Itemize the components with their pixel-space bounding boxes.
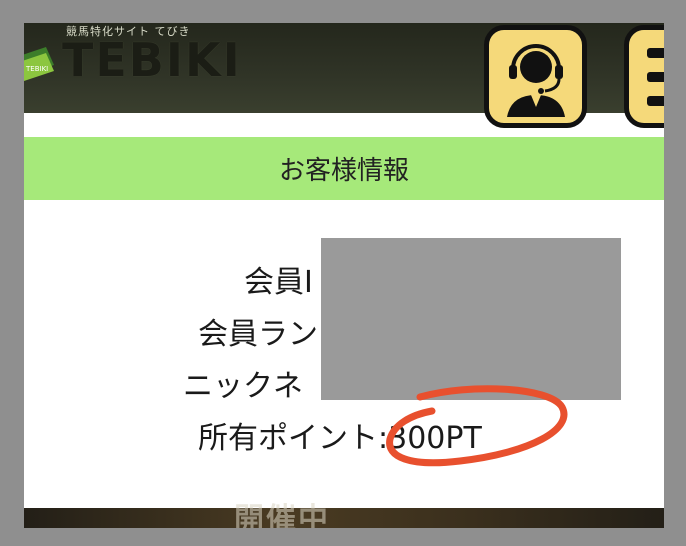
svg-text:TEBIKI: TEBIKI — [25, 65, 48, 73]
site-logo[interactable]: TEBIKI — [62, 33, 242, 87]
logo-mark-icon: TEBIKI — [24, 47, 54, 81]
redaction-box — [321, 238, 621, 400]
app-screen: TEBIKI 競馬特化サイト てびき TEBIKI お客様情報 会員I 会員ラン… — [24, 23, 664, 528]
points-label: 所有ポイント — [198, 421, 378, 456]
member-rank-label: 会員ラン — [198, 317, 318, 352]
banner-text: 開催中 — [234, 502, 330, 528]
bottom-banner[interactable]: 開催中 — [24, 502, 664, 528]
support-button[interactable] — [484, 25, 587, 128]
site-header: TEBIKI 競馬特化サイト てびき TEBIKI — [24, 23, 664, 128]
annotation-circle — [386, 385, 568, 467]
nickname-label: ニックネ — [183, 369, 303, 404]
member-id-label: 会員I — [244, 265, 313, 300]
menu-button[interactable] — [624, 25, 664, 128]
customer-support-headset-icon — [506, 43, 565, 117]
section-title: お客様情報 — [278, 156, 409, 186]
menu-bar — [647, 48, 664, 58]
menu-bar — [647, 72, 664, 82]
customer-info-header: お客様情報 — [24, 137, 664, 200]
menu-bar — [647, 96, 664, 106]
